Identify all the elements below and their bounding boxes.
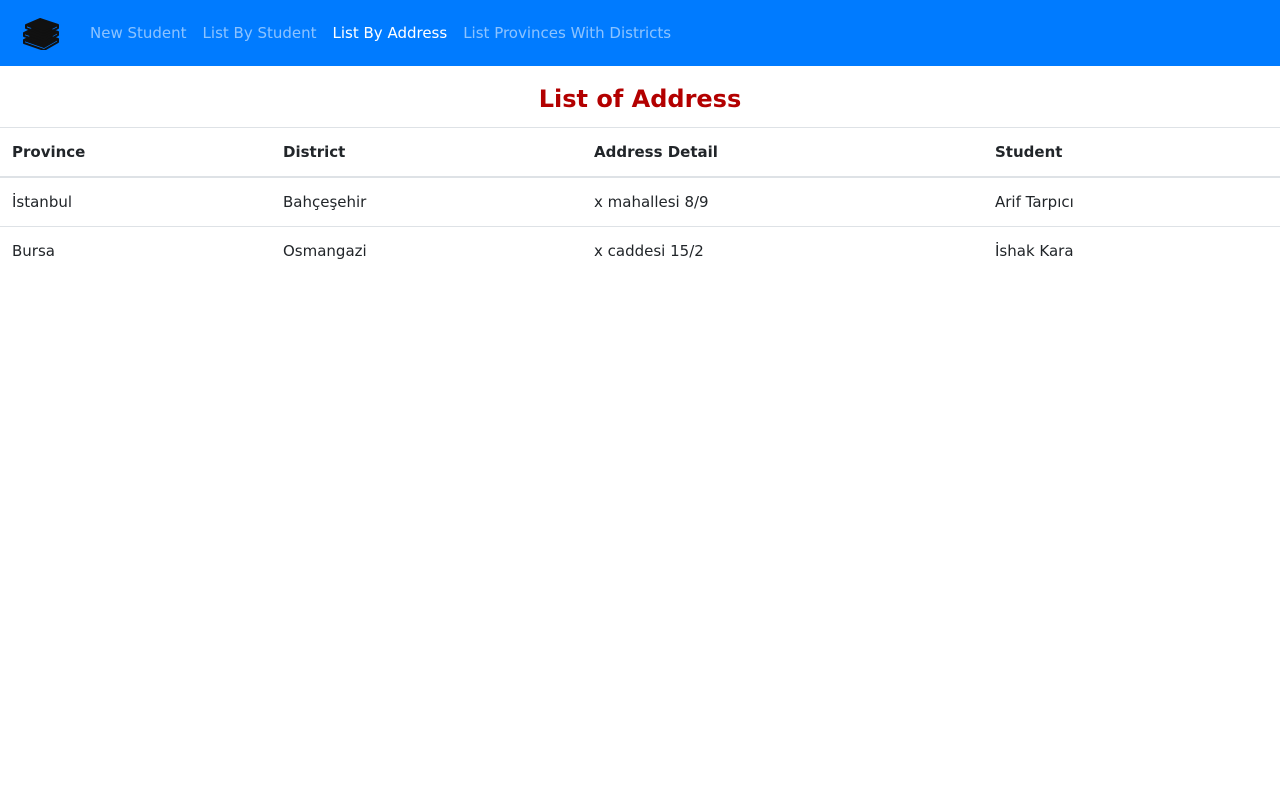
cell-address-detail: x caddesi 15/2 xyxy=(594,241,704,260)
nav-list-by-student[interactable]: List By Student xyxy=(203,24,317,42)
nav-new-student[interactable]: New Student xyxy=(90,24,187,42)
cell-province: İstanbul xyxy=(0,177,271,227)
cell-student: Arif Tarpıcı xyxy=(983,177,1280,227)
column-header-address-detail: Address Detail xyxy=(582,128,983,178)
address-table: Province District Address Detail Student… xyxy=(0,128,1280,275)
page-title: List of Address xyxy=(0,66,1280,128)
cell-province: Bursa xyxy=(12,241,55,260)
column-header-student: Student xyxy=(983,128,1280,178)
brand-logo[interactable] xyxy=(22,15,60,51)
table-header-row: Province District Address Detail Student xyxy=(0,128,1280,178)
cell-student: İshak Kara xyxy=(995,241,1074,260)
cell-address-detail: x mahallesi 8/9 xyxy=(582,177,983,227)
books-icon xyxy=(23,18,59,50)
nav-list-by-address[interactable]: List By Address xyxy=(333,24,448,42)
table-row: İstanbul Bahçeşehir x mahallesi 8/9 Arif… xyxy=(0,177,1280,227)
table-row: Bursa Osmangazi x caddesi 15/2 İshak Kar… xyxy=(0,226,1280,275)
column-header-district: District xyxy=(271,128,582,178)
nav-list-provinces-with-districts[interactable]: List Provinces With Districts xyxy=(463,24,671,42)
cell-district: Osmangazi xyxy=(283,241,367,260)
column-header-province: Province xyxy=(0,128,271,178)
navbar: New Student List By Student List By Addr… xyxy=(0,0,1280,66)
cell-district: Bahçeşehir xyxy=(271,177,582,227)
